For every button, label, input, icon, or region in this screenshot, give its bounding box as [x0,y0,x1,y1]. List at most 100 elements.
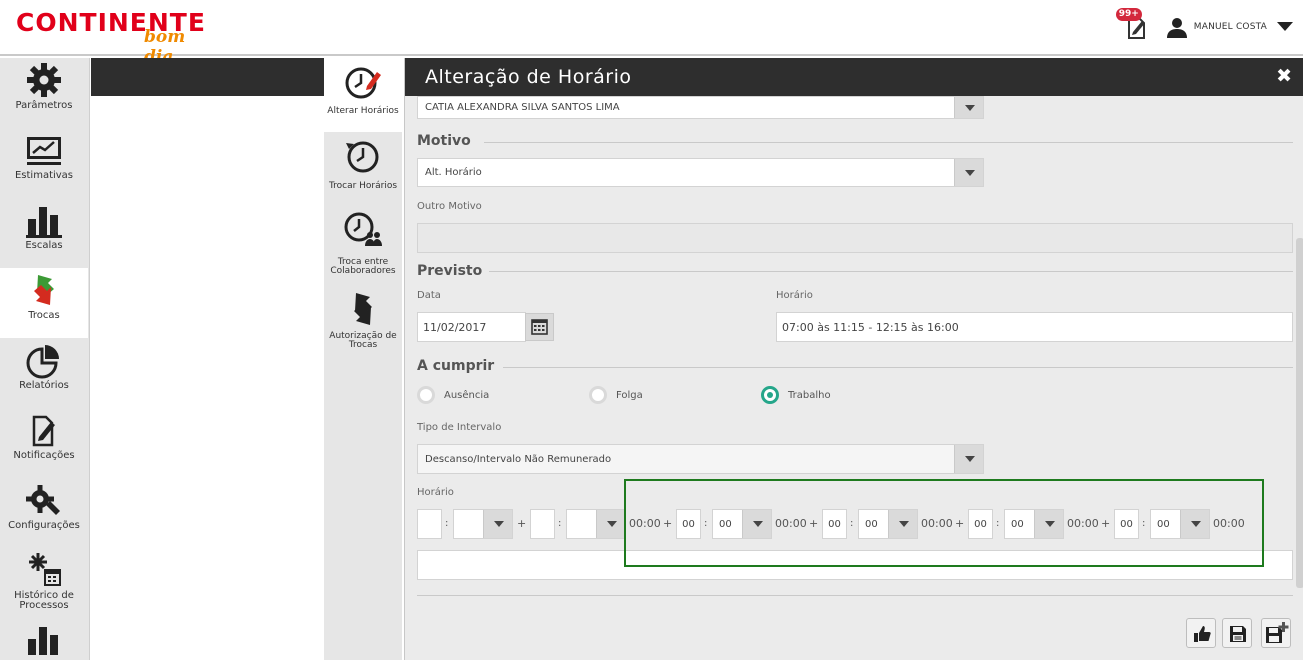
subnav-label: Trocar Horários [328,181,398,191]
dropdown-arrow-icon[interactable] [954,97,983,118]
radio-circle[interactable] [417,386,435,404]
sidebar-item-historico-processos[interactable]: Histórico de Processos [0,548,88,618]
end-minute-select[interactable] [566,509,626,539]
radio-label: Trabalho [788,389,831,401]
sidebar-item-label: Trocas [28,310,60,321]
employee-select[interactable]: CATIA ALEXANDRA SILVA SANTOS LIMA [417,96,984,119]
subnav-autorizacao-trocas[interactable]: Autorização de Trocas [324,286,402,356]
wrench-gear-icon [26,485,60,515]
sidebar-item-escalas[interactable]: Escalas [0,198,88,268]
subnav-label-line2: Trocas [348,340,378,350]
sidebar-item-label-line2: Processos [19,600,69,611]
main-sidebar: Parâmetros Estimativas Escalas Trocas Re… [0,58,90,660]
swap-authorize-icon [354,293,372,325]
close-icon[interactable]: ✖ [1276,66,1292,86]
section-divider [503,367,1293,368]
dropdown-arrow-icon[interactable] [596,510,625,538]
sidebar-item-label: Escalas [25,240,63,251]
swap-arrows-icon [34,275,54,305]
subnav-label-line2: Colaboradores [330,266,396,276]
bar-chart-icon [28,627,58,655]
sidebar-item-trocas[interactable]: Trocas [0,268,88,338]
subnav-troca-colaboradores[interactable]: Troca entre Colaboradores [324,208,402,280]
sidebar-item-more[interactable] [0,618,88,660]
continente-logo[interactable]: CONTINENTE bom dia [16,10,206,68]
sidebar-item-notificacoes[interactable]: Notificações [0,408,88,478]
sidebar-item-parametros[interactable]: Parâmetros [0,58,88,128]
chevron-down-icon[interactable] [1277,22,1293,32]
radio-circle[interactable] [589,386,607,404]
subnav-alterar-horarios[interactable]: Alterar Horários [324,58,402,132]
time-colon: : [445,518,449,529]
clock-swap-icon [346,141,379,173]
scrollbar[interactable] [1296,238,1303,588]
section-divider [489,271,1293,272]
radio-ausencia[interactable]: Ausência [417,386,489,404]
time-plus: + [517,517,527,530]
horario-previsto-label: Horário [776,290,813,301]
radio-circle-checked[interactable] [761,386,779,404]
sidebar-item-relatorios[interactable]: Relatórios [0,338,88,408]
user-name[interactable]: MANUEL COSTA [1194,22,1267,32]
data-input[interactable]: 11/02/2017 [417,312,526,342]
chart-board-icon [27,137,61,165]
employee-select-value: CATIA ALEXANDRA SILVA SANTOS LIMA [425,102,620,113]
outro-motivo-label: Outro Motivo [417,201,482,212]
panel-header: Alteração de Horário ✖ [405,58,1303,96]
process-history-icon [29,553,61,586]
motivo-heading: Motivo [417,133,471,149]
a-cumprir-heading: A cumprir [417,358,495,374]
dropdown-arrow-icon[interactable] [483,510,512,538]
save-add-icon [1266,622,1289,643]
sidebar-item-label: Parâmetros [15,100,73,111]
sub-sidebar: Alterar Horários Trocar Horários Troca e… [324,58,402,660]
clock-people-icon [344,212,382,246]
alteracao-horario-panel: Alteração de Horário ✖ CATIA ALEXANDRA S… [404,58,1303,660]
subnav-trocar-horarios[interactable]: Trocar Horários [324,134,402,204]
tipo-intervalo-select[interactable]: Descanso/Intervalo Não Remunerado [417,444,984,474]
data-label: Data [417,290,441,301]
tipo-intervalo-label: Tipo de Intervalo [417,422,502,433]
bottom-divider [417,595,1293,596]
outro-motivo-input[interactable] [417,223,1293,253]
save-new-button[interactable] [1261,618,1291,648]
dark-header-strip [91,58,324,96]
sidebar-item-label: Notificações [13,450,75,461]
content-background [91,58,324,660]
radio-label: Folga [616,389,643,401]
user-area: 99+ MANUEL COSTA [1115,8,1293,42]
highlight-box [624,479,1264,567]
sidebar-item-label: Relatórios [19,380,69,391]
gear-icon [27,63,61,97]
radio-trabalho[interactable]: Trabalho [761,386,831,404]
sidebar-item-label: Configurações [8,520,80,531]
horario-previsto-input[interactable]: 07:00 às 11:15 - 12:15 às 16:00 [776,312,1293,342]
start-hour-input[interactable] [417,509,442,539]
horario-label: Horário [417,487,454,498]
dropdown-arrow-icon[interactable] [954,445,983,473]
save-button[interactable] [1222,618,1252,648]
tipo-intervalo-value: Descanso/Intervalo Não Remunerado [425,453,612,465]
subnav-label: Alterar Horários [327,106,399,116]
calendar-icon [531,319,548,335]
section-divider [484,142,1293,143]
bar-chart-icon [26,207,62,238]
sidebar-item-configuracoes[interactable]: Configurações [0,478,88,548]
notification-icon [32,415,55,447]
radio-label: Ausência [444,389,490,401]
calendar-button[interactable] [525,313,554,341]
pie-chart-icon [26,345,59,379]
panel-title: Alteração de Horário [425,66,632,88]
radio-folga[interactable]: Folga [589,386,643,404]
top-bar: CONTINENTE bom dia 99+ MANUEL COSTA [0,0,1303,68]
notifications-button[interactable]: 99+ [1115,8,1152,42]
approve-button[interactable] [1186,618,1216,648]
motivo-select[interactable]: Alt. Horário [417,158,984,187]
save-icon [1230,626,1246,642]
clock-edit-icon [345,67,381,99]
dropdown-arrow-icon[interactable] [954,159,983,186]
start-minute-select[interactable] [453,509,513,539]
time-colon: : [558,518,562,529]
sidebar-item-estimativas[interactable]: Estimativas [0,128,88,198]
end-hour-input[interactable] [530,509,555,539]
